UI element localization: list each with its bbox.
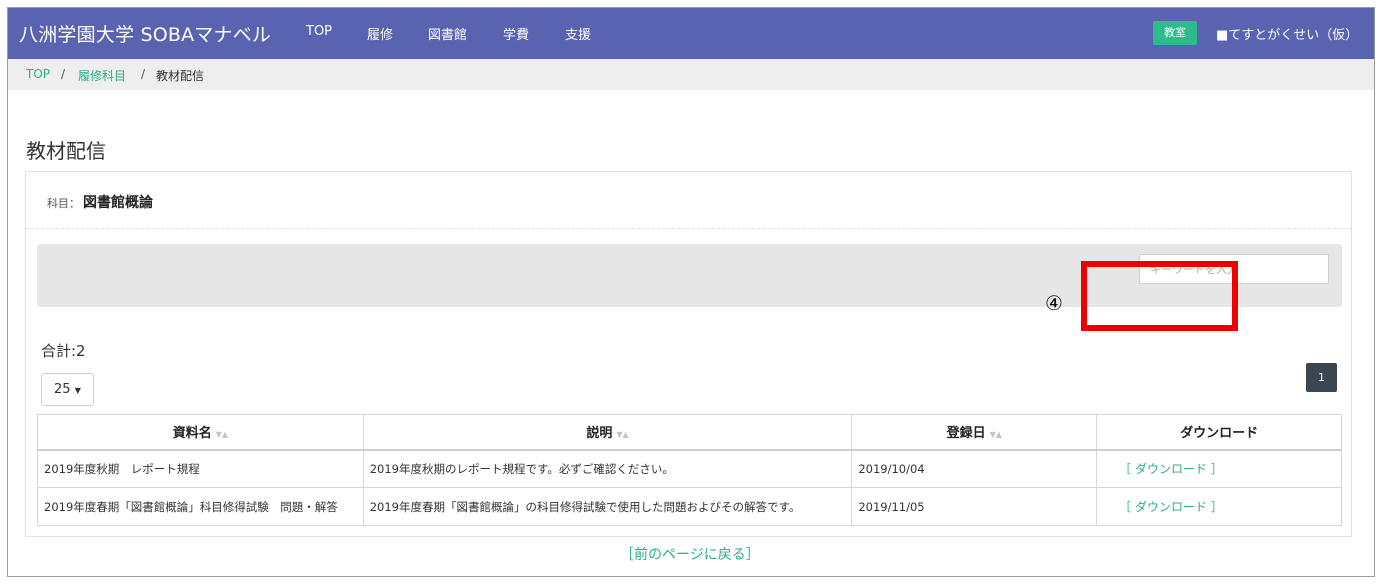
app-frame: 八洲学園大学 SOBAマナベル TOP 履修 図書館 学費 支援 教室 ■てすと… [7, 7, 1375, 577]
caret-down-icon: ▼ [74, 386, 81, 395]
material-date: 2019/11/05 [851, 487, 1098, 526]
top-navbar: 八洲学園大学 SOBAマナベル TOP 履修 図書館 学費 支援 教室 ■てすと… [8, 8, 1374, 59]
nav-tuition[interactable]: 学費 [503, 24, 529, 43]
material-description: 2019年度春期「図書館概論」の科目修得試験で使用した問題およびその解答です。 [362, 487, 853, 526]
back-link[interactable]: ［前のページに戻る］ [620, 544, 760, 564]
material-name: 2019年度秋期 レポート規程 [37, 449, 364, 488]
materials-table: 資料名 ▼▲ 説明 ▼▲ 登録日 ▼▲ ダウンロード 2019年度秋期 レポート規程 … [37, 414, 1342, 526]
sort-icon: ▼▲ [215, 430, 229, 440]
nav-library[interactable]: 図書館 [428, 24, 467, 43]
user-menu[interactable]: ■てすとがくせい（仮） [1216, 24, 1358, 43]
material-date: 2019/10/04 [851, 449, 1098, 488]
breadcrumb-separator: / [61, 67, 66, 81]
subject-label: 科目： [47, 197, 80, 210]
material-description: 2019年度秋期のレポート規程です。必ずご確認ください。 [362, 449, 853, 488]
materials-panel: 科目： 図書館概論 合計:2 25 ▼ 1 資料名▼▲ 説明▼▲ 登録日 [25, 171, 1352, 537]
subject-name: 図書館概論 [83, 195, 153, 211]
step-marker: ④ [1045, 291, 1063, 315]
breadcrumb: TOP / 履修科目 / 教材配信 [8, 59, 1374, 90]
column-label: 登録日 [946, 426, 986, 442]
nav-top[interactable]: TOP [306, 24, 332, 39]
page-size-value: 25 [54, 382, 71, 397]
breadcrumb-current: 教材配信 [156, 69, 205, 83]
nav-enrollment[interactable]: 履修 [367, 24, 393, 43]
page-size-select[interactable]: 25 ▼ [41, 373, 94, 406]
breadcrumb-courses[interactable]: 履修科目 [78, 67, 126, 84]
column-label: 資料名 [172, 426, 212, 442]
sort-icon: ▼▲ [616, 430, 629, 440]
highlight-annotation-box [1081, 261, 1238, 331]
column-header-date[interactable]: 登録日 ▼▲ [851, 414, 1098, 451]
table-header-row: 資料名 ▼▲ 説明 ▼▲ 登録日 ▼▲ ダウンロード [37, 414, 1342, 451]
total-count: 合計:2 [41, 342, 86, 360]
table-row: 2019年度春期「図書館概論」科目修得試験 問題・解答 2019年度春期「図書館… [37, 487, 1342, 526]
column-label: 説明 [586, 426, 613, 442]
download-cell: ［ ダウンロード ］ [1096, 487, 1342, 526]
pagination-page-1[interactable]: 1 [1306, 363, 1337, 392]
column-header-download: ダウンロード [1096, 414, 1342, 451]
download-cell: ［ ダウンロード ］ [1096, 449, 1342, 488]
sort-icon: ▼▲ [989, 430, 1002, 440]
breadcrumb-top[interactable]: TOP [26, 67, 50, 81]
column-header-name[interactable]: 資料名 ▼▲ [37, 414, 364, 451]
table-row: 2019年度秋期 レポート規程 2019年度秋期のレポート規程です。必ずご確認く… [37, 449, 1342, 488]
download-link[interactable]: ［ ダウンロード ］ [1103, 500, 1223, 514]
brand-logo[interactable]: 八洲学園大学 SOBAマナベル [19, 20, 271, 47]
column-label: ダウンロード [1180, 426, 1259, 442]
page-title: 教材配信 [26, 139, 106, 163]
role-badge[interactable]: 教室 [1153, 21, 1197, 45]
download-link[interactable]: ［ ダウンロード ］ [1103, 462, 1223, 476]
column-header-description[interactable]: 説明 ▼▲ [362, 414, 853, 451]
material-name: 2019年度春期「図書館概論」科目修得試験 問題・解答 [37, 487, 364, 526]
nav-support[interactable]: 支援 [565, 24, 591, 43]
breadcrumb-separator: / [141, 67, 146, 81]
subject-row: 科目： 図書館概論 [26, 172, 1351, 229]
